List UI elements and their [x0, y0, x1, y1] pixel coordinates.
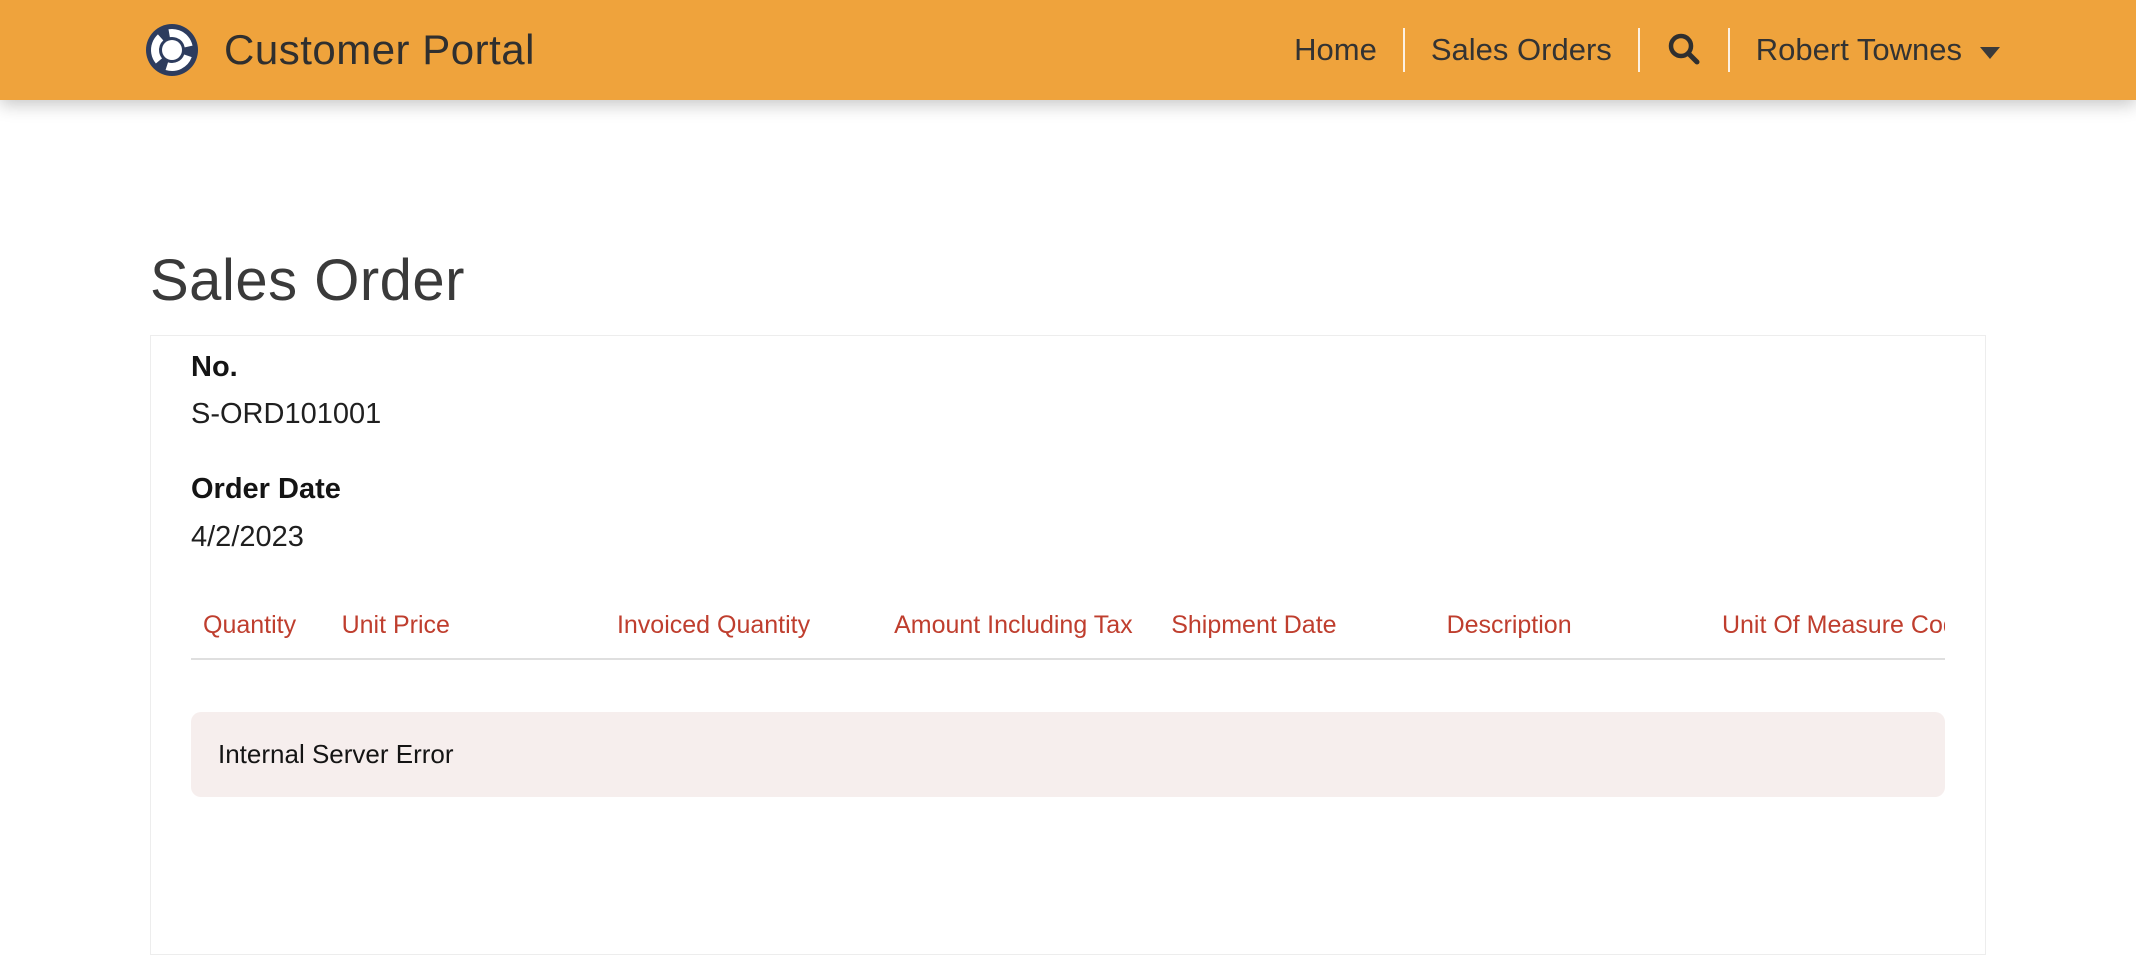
error-banner: Internal Server Error: [191, 711, 1945, 797]
column-header-invoiced-quantity: Invoiced Quantity: [604, 610, 883, 660]
column-header-unit-of-measure-code: Unit Of Measure Code: [1709, 610, 1945, 660]
column-header-amount-including-tax: Amount Including Tax: [882, 610, 1160, 660]
column-header-quantity: Quantity: [191, 610, 330, 660]
column-header-shipment-date: Shipment Date: [1159, 610, 1435, 660]
error-message: Internal Server Error: [218, 738, 454, 769]
navbar-links: Home Sales Orders Robert Townes: [1268, 28, 2000, 72]
order-lines-table: Quantity Unit Price Invoiced Quantity Am…: [191, 610, 1945, 660]
aperture-logo-icon: [144, 22, 200, 78]
search-button[interactable]: [1640, 32, 1728, 68]
page-title: Sales Order: [150, 248, 465, 313]
field-order-date: Order Date 4/2/2023: [191, 472, 1945, 555]
navbar: Customer Portal Home Sales Orders Robert…: [0, 0, 2136, 100]
nav-link-sales-orders[interactable]: Sales Orders: [1405, 32, 1638, 68]
nav-link-home[interactable]: Home: [1268, 32, 1403, 68]
field-no: No. S-ORD101001: [191, 350, 1945, 433]
brand-title: Customer Portal: [224, 26, 535, 73]
user-name: Robert Townes: [1755, 32, 1962, 67]
search-icon: [1666, 32, 1702, 68]
column-header-unit-price: Unit Price: [329, 610, 605, 660]
field-order-date-value: 4/2/2023: [191, 521, 304, 554]
caret-down-icon: [1980, 46, 2000, 59]
field-no-label: No.: [191, 350, 238, 383]
sales-order-card: No. S-ORD101001 Order Date 4/2/2023 Quan…: [150, 334, 1986, 955]
brand-home-link[interactable]: Customer Portal: [144, 22, 535, 78]
main-content: Sales Order No. S-ORD101001 Order Date 4…: [0, 248, 2136, 955]
user-menu-toggle[interactable]: Robert Townes: [1730, 32, 2000, 68]
table-header-row: Quantity Unit Price Invoiced Quantity Am…: [191, 610, 1945, 660]
field-no-value: S-ORD101001: [191, 398, 382, 431]
column-header-description: Description: [1434, 610, 1710, 660]
field-order-date-label: Order Date: [191, 473, 341, 506]
